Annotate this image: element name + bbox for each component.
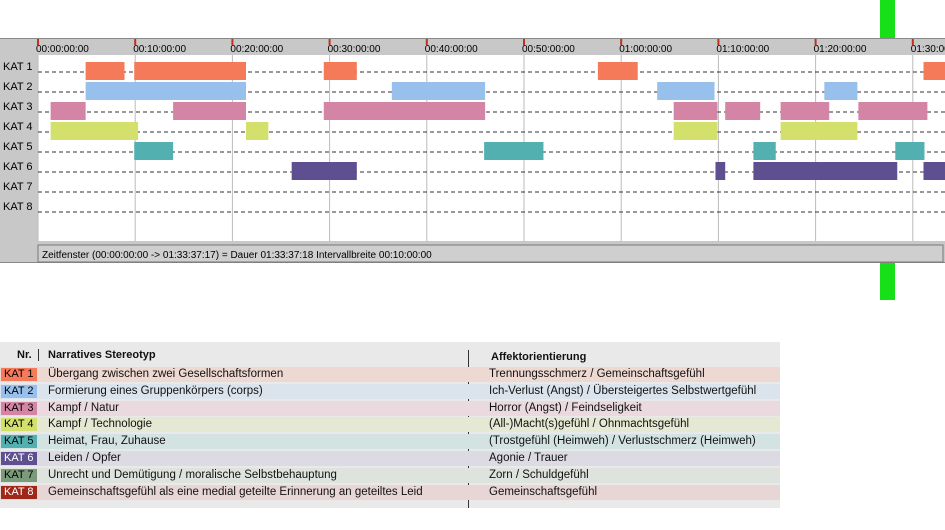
segment-bar[interactable] bbox=[780, 102, 830, 120]
legend-row: KAT 6 Leiden / Opfer Agonie / Trauer bbox=[0, 451, 780, 466]
legend-affect-text: Horror (Angst) / Feindseligkeit bbox=[489, 401, 642, 414]
row-label: KAT 3 bbox=[3, 101, 33, 113]
segment-bar[interactable] bbox=[597, 62, 638, 80]
segment-bar[interactable] bbox=[323, 62, 357, 80]
legend-header-stereotype: Narratives Stereotyp bbox=[48, 349, 156, 361]
legend-stereotype-text: Kampf / Technologie bbox=[48, 418, 152, 431]
row-label: KAT 1 bbox=[3, 61, 33, 73]
x-tick-label: 00:20:00:00 bbox=[230, 44, 283, 55]
legend-affect-text: Ich-Verlust (Angst) / Übersteigertes Sel… bbox=[489, 384, 757, 397]
legend-stereotype-text: Übergang zwischen zwei Gesellschaftsform… bbox=[48, 368, 284, 380]
category-legend: Nr. Narratives Stereotyp Affektorientier… bbox=[0, 342, 780, 508]
segment-bar[interactable] bbox=[50, 102, 86, 120]
legend-affect-text: (Trostgefühl (Heimweh) / Verlustschmerz … bbox=[489, 435, 756, 448]
segment-bar[interactable] bbox=[173, 102, 247, 120]
legend-stereotype-text: Gemeinschaftsgefühl als eine medial gete… bbox=[48, 485, 423, 498]
segment-bar[interactable] bbox=[85, 82, 247, 100]
x-tick-label: 00:00:00:00 bbox=[36, 44, 89, 55]
legend-header-nr: Nr. bbox=[17, 349, 32, 361]
x-tick-label: 00:40:00:00 bbox=[425, 44, 478, 55]
legend-row: KAT 8 Gemeinschaftsgefühl als eine medial… bbox=[0, 484, 780, 500]
legend-row: KAT 1 Übergang zwischen zwei Gesellschaft… bbox=[0, 367, 780, 382]
legend-code-badge: KAT 3 bbox=[1, 401, 37, 415]
segment-bar[interactable] bbox=[780, 122, 858, 140]
timeline-chart[interactable]: KAT 1 KAT 2 KAT 3 KAT 4 KAT 5 KAT 6 KAT 7 KAT 8… bbox=[0, 38, 945, 263]
segment-bar[interactable] bbox=[391, 82, 486, 100]
playhead-marker-top[interactable] bbox=[880, 0, 895, 38]
legend-code-badge: KAT 7 bbox=[1, 468, 37, 482]
segment-bar[interactable] bbox=[753, 142, 776, 160]
legend-header-affect: Affektorientierung bbox=[491, 351, 587, 363]
legend-stereotype-text: Leiden / Opfer bbox=[48, 452, 121, 464]
segment-bar[interactable] bbox=[725, 102, 761, 120]
row-label: KAT 5 bbox=[3, 141, 33, 153]
row-label: KAT 2 bbox=[3, 81, 33, 93]
segment-bar[interactable] bbox=[673, 122, 718, 140]
segment-bar[interactable] bbox=[824, 82, 858, 100]
legend-row: KAT 7 Unrecht und Demütigung / moralische… bbox=[0, 467, 780, 483]
row-label: KAT 7 bbox=[3, 181, 33, 193]
playhead-marker-bottom[interactable] bbox=[880, 263, 895, 300]
legend-nr-separator bbox=[38, 349, 39, 361]
row-label: KAT 4 bbox=[3, 121, 33, 133]
segment-bar[interactable] bbox=[715, 162, 726, 180]
segment-bar[interactable] bbox=[85, 62, 125, 80]
status-text: Zeitfenster (00:00:00:00 -> 01:33:37:17)… bbox=[42, 250, 432, 261]
x-tick-label: 00:10:00:00 bbox=[133, 44, 186, 55]
legend-code-badge: KAT 2 bbox=[1, 384, 37, 398]
timeline-svg[interactable]: KAT 1 KAT 2 KAT 3 KAT 4 KAT 5 KAT 6 KAT 7 KAT 8… bbox=[0, 39, 945, 264]
segment-bar[interactable] bbox=[291, 162, 357, 180]
legend-affect-text: (All-)Macht(s)gefühl / Ohnmachtsgefühl bbox=[489, 418, 690, 431]
segment-bar[interactable] bbox=[923, 62, 945, 80]
legend-affect-text: Trennungsschmerz / Gemeinschaftsgefühl bbox=[489, 368, 705, 380]
legend-stereotype-text: Formierung eines Gruppenkörpers (corps) bbox=[48, 384, 263, 397]
legend-row: KAT 2 Formierung eines Gruppenkörpers (co… bbox=[0, 383, 780, 399]
x-tick-label: 00:30:00:00 bbox=[328, 44, 381, 55]
legend-row: KAT 5 Heimat, Frau, Zuhause (Trostgefühl (… bbox=[0, 434, 780, 450]
x-tick-label: 01:30:00 bbox=[911, 44, 945, 55]
legend-code-badge: KAT 4 bbox=[1, 418, 37, 432]
segment-bar[interactable] bbox=[134, 62, 247, 80]
segment-bar[interactable] bbox=[246, 122, 269, 140]
legend-code-badge: KAT 6 bbox=[1, 452, 37, 465]
legend-affect-text: Agonie / Trauer bbox=[489, 452, 568, 464]
x-tick-label: 01:20:00:00 bbox=[814, 44, 867, 55]
segment-bar[interactable] bbox=[50, 122, 139, 140]
segment-bar[interactable] bbox=[484, 142, 544, 160]
segment-bar[interactable] bbox=[858, 102, 928, 120]
legend-code-badge: KAT 8 bbox=[1, 485, 37, 499]
segment-bar[interactable] bbox=[323, 102, 486, 120]
legend-row: KAT 4 Kampf / Technologie (All-)Macht(s)ge… bbox=[0, 417, 780, 433]
x-tick-label: 00:50:00:00 bbox=[522, 44, 575, 55]
legend-code-badge: KAT 5 bbox=[1, 435, 37, 449]
segment-bar[interactable] bbox=[753, 162, 898, 180]
legend-stereotype-text: Heimat, Frau, Zuhause bbox=[48, 435, 166, 448]
row-label: KAT 8 bbox=[3, 201, 33, 213]
segment-bar[interactable] bbox=[134, 142, 174, 160]
segment-bar[interactable] bbox=[657, 82, 715, 100]
legend-row: KAT 3 Kampf / Natur Horror (Angst) / Feind… bbox=[0, 400, 780, 416]
legend-code-badge: KAT 1 bbox=[1, 368, 37, 381]
row-label: KAT 6 bbox=[3, 161, 33, 173]
legend-stereotype-text: Unrecht und Demütigung / moralische Selb… bbox=[48, 468, 337, 481]
x-tick-label: 01:10:00:00 bbox=[716, 44, 769, 55]
legend-stereotype-text: Kampf / Natur bbox=[48, 401, 119, 414]
segment-bar[interactable] bbox=[673, 102, 718, 120]
legend-affect-text: Gemeinschaftsgefühl bbox=[489, 485, 598, 498]
x-tick-label: 01:00:00:00 bbox=[619, 44, 672, 55]
segment-bar[interactable] bbox=[895, 142, 925, 160]
legend-affect-text: Zorn / Schuldgefühl bbox=[489, 468, 589, 481]
segment-bar[interactable] bbox=[923, 162, 945, 180]
